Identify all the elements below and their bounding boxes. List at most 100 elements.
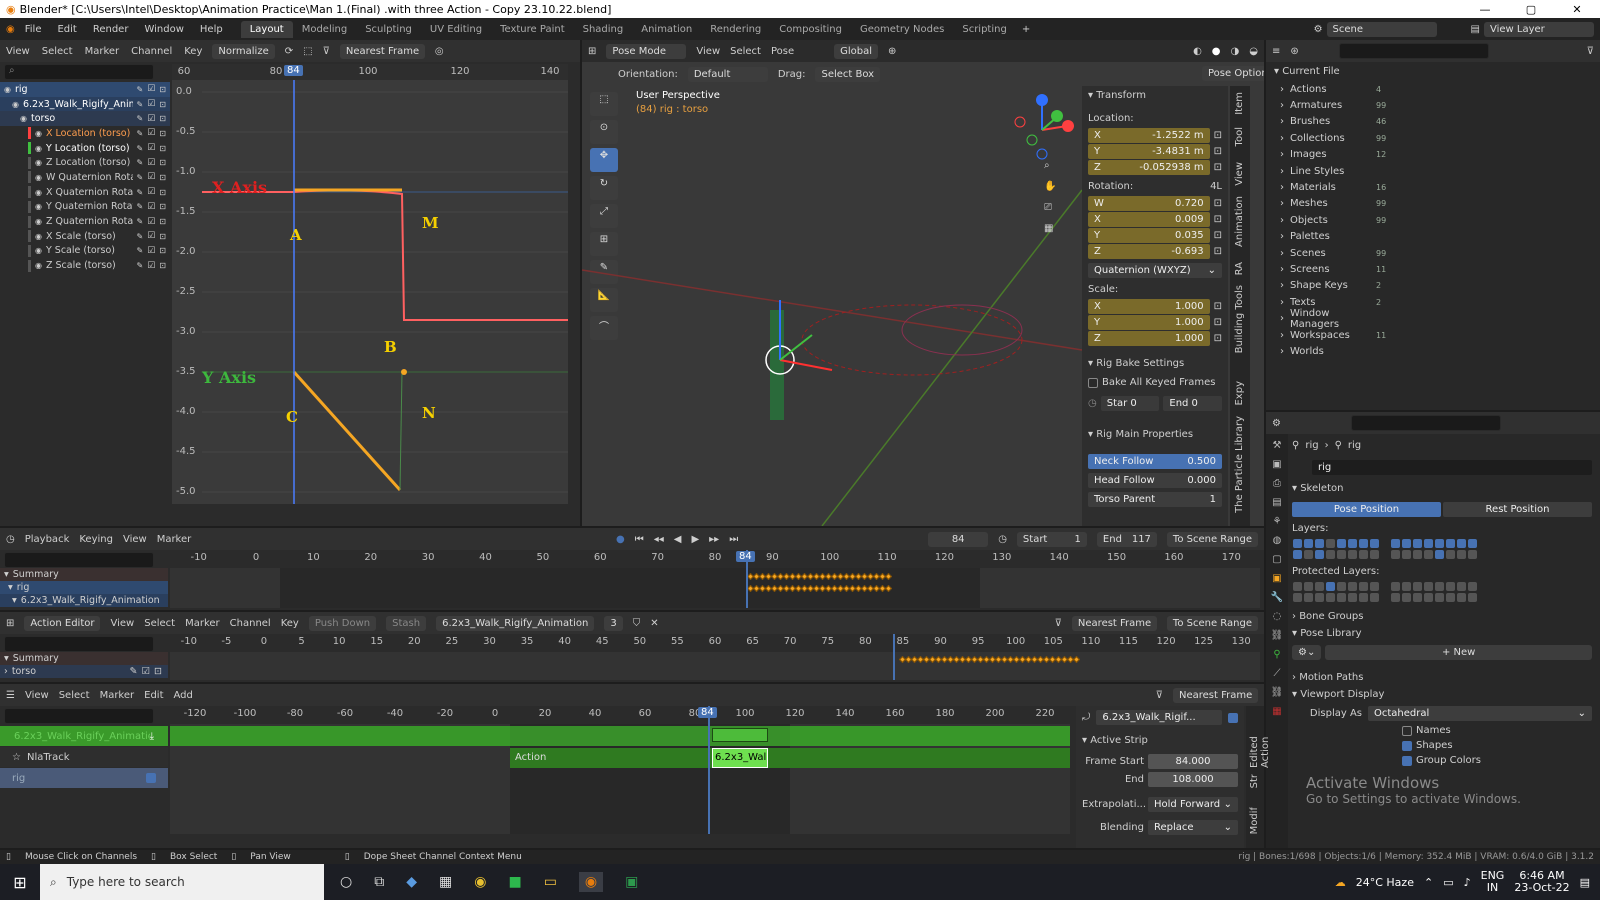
record-icon[interactable]: ● bbox=[616, 534, 625, 545]
lock-icon[interactable]: ⊡ bbox=[1214, 301, 1222, 312]
lock-icon[interactable]: ⊡ bbox=[159, 85, 166, 94]
object-tab-icon[interactable]: ▣ bbox=[1272, 573, 1281, 584]
graph-channel-row[interactable]: ◉ Y Scale (torso) ✎ ☑ ⊡ bbox=[0, 243, 170, 259]
ae-filter-icon[interactable]: ⊽ bbox=[1055, 618, 1062, 629]
layer-button[interactable] bbox=[1370, 593, 1379, 602]
lock-icon[interactable]: ⊡ bbox=[159, 114, 166, 123]
ae-marker-menu[interactable]: Marker bbox=[185, 618, 220, 629]
layer-button[interactable] bbox=[1326, 582, 1335, 591]
layer-button[interactable] bbox=[1326, 593, 1335, 602]
armature-name-field[interactable]: rig bbox=[1312, 460, 1592, 475]
layer-button[interactable] bbox=[1293, 582, 1302, 591]
graph-channel-row[interactable]: ◉ Z Quaternion Rotati ✎ ☑ ⊡ bbox=[0, 214, 170, 229]
skeleton-panel-title[interactable]: ▾ Skeleton bbox=[1292, 483, 1592, 494]
calculator-icon[interactable]: ▦ bbox=[439, 874, 452, 890]
armature-tab-icon[interactable]: ⚲ bbox=[1273, 649, 1280, 660]
wrench-icon[interactable]: ✎ bbox=[137, 202, 144, 211]
windows-start-icon[interactable]: ⊞ bbox=[0, 873, 40, 892]
collection-tab-icon[interactable]: ▢ bbox=[1272, 554, 1281, 565]
display-mode-icon[interactable]: ⊛ bbox=[1290, 46, 1298, 57]
lock-icon[interactable]: ⊡ bbox=[159, 158, 166, 167]
action-editor-search[interactable] bbox=[4, 636, 154, 652]
action-channel-row[interactable]: › torso ✎ ☑ ⊡ bbox=[0, 665, 168, 678]
filter-icon[interactable]: ⊽ bbox=[323, 46, 330, 57]
workspace-tab-uv-editing[interactable]: UV Editing bbox=[421, 21, 491, 38]
rig-main-title[interactable]: ▾ Rig Main Properties bbox=[1088, 429, 1222, 440]
zoom-icon[interactable]: ⌕ bbox=[1044, 160, 1056, 171]
play-reverse-icon[interactable]: ◀ bbox=[674, 534, 682, 545]
wrench-icon[interactable]: ✎ bbox=[137, 232, 144, 241]
workspace-tab-texture-paint[interactable]: Texture Paint bbox=[491, 21, 574, 38]
workspace-tab-geometry-nodes[interactable]: Geometry Nodes bbox=[851, 21, 953, 38]
pose-library-title[interactable]: ▾ Pose Library bbox=[1292, 628, 1592, 639]
layer-button[interactable] bbox=[1446, 582, 1455, 591]
rotation-y-field[interactable]: Y 0.035 bbox=[1088, 228, 1210, 243]
lock-icon[interactable]: ⊡ bbox=[159, 173, 166, 182]
scale-z-field[interactable]: Z 1.000 bbox=[1088, 331, 1210, 346]
blender-menu-icon[interactable]: ◉ bbox=[6, 24, 15, 35]
lock-icon[interactable]: ⊡ bbox=[159, 202, 166, 211]
add-workspace-icon[interactable]: + bbox=[1022, 24, 1030, 35]
lang-region[interactable]: IN bbox=[1481, 882, 1505, 894]
channel-checkbox[interactable]: ☑ bbox=[142, 666, 151, 677]
outliner-item[interactable]: › Scenes 99 bbox=[1266, 245, 1600, 261]
eye-icon[interactable]: ◉ bbox=[12, 100, 19, 109]
channel-search[interactable]: ⌕ bbox=[4, 64, 154, 80]
graph-channel-row[interactable]: ◉ Y Location (torso) ✎ ☑ ⊡ bbox=[0, 140, 170, 156]
layer-button[interactable] bbox=[1370, 539, 1379, 548]
layer-button[interactable] bbox=[1348, 550, 1357, 559]
nla-edit-menu[interactable]: Edit bbox=[144, 690, 163, 701]
bone-groups-title[interactable]: › Bone Groups bbox=[1292, 611, 1592, 622]
channel-checkbox[interactable]: ☑ bbox=[147, 246, 155, 256]
cortana-icon[interactable]: ○ bbox=[340, 874, 352, 890]
lock-icon[interactable]: ⊡ bbox=[159, 188, 166, 197]
rest-position-button[interactable]: Rest Position bbox=[1443, 502, 1592, 517]
app-icon-1[interactable]: ◆ bbox=[406, 874, 417, 890]
channel-checkbox[interactable]: ☑ bbox=[147, 114, 155, 124]
nla-track[interactable]: ☆ NlaTrack bbox=[0, 747, 168, 767]
eye-icon[interactable]: ◉ bbox=[35, 261, 42, 270]
expand-icon[interactable]: › bbox=[1280, 166, 1284, 177]
channel-checkbox[interactable]: ☑ bbox=[147, 158, 155, 168]
layer-button[interactable] bbox=[1435, 582, 1444, 591]
nla-object-row[interactable]: rig bbox=[0, 768, 168, 788]
nla-tab-edited-action[interactable]: Edited Action bbox=[1249, 710, 1271, 768]
layer-button[interactable] bbox=[1468, 582, 1477, 591]
proportional-icon[interactable]: ◎ bbox=[435, 46, 444, 57]
mode-selector-action[interactable]: Action Editor bbox=[24, 615, 101, 631]
bone-constraint-tab-icon[interactable]: ⛓ bbox=[1271, 687, 1284, 698]
layer-button[interactable] bbox=[1468, 539, 1477, 548]
tray-chevron-icon[interactable]: ⌃ bbox=[1424, 876, 1433, 889]
neck-follow-slider[interactable]: Neck Follow 0.500 bbox=[1088, 454, 1222, 469]
weather-text[interactable]: 24°C Haze bbox=[1356, 876, 1414, 889]
eye-icon[interactable]: ◉ bbox=[35, 188, 42, 197]
world-tab-icon[interactable]: ◍ bbox=[1273, 535, 1282, 546]
grid-icon[interactable]: ▦ bbox=[1044, 223, 1056, 234]
layer-button[interactable] bbox=[1402, 582, 1411, 591]
channel-checkbox[interactable]: ☑ bbox=[147, 143, 155, 153]
layer-button[interactable] bbox=[1293, 593, 1302, 602]
timeline-channel-row[interactable]: ▾ 6.2x3_Walk_Rigify_Animation bbox=[0, 594, 168, 607]
layer-button[interactable] bbox=[1315, 550, 1324, 559]
prev-key-icon[interactable]: ◂◂ bbox=[654, 534, 664, 545]
workspace-tab-shading[interactable]: Shading bbox=[574, 21, 633, 38]
layer-button[interactable] bbox=[1424, 582, 1433, 591]
minimize-icon[interactable]: — bbox=[1462, 3, 1508, 16]
outliner-search[interactable] bbox=[1338, 43, 1489, 59]
nla-strip-area[interactable]: Action 6.2x3_Walk_Ri 84 bbox=[170, 706, 1070, 834]
workspace-tab-layout[interactable]: Layout bbox=[240, 20, 293, 38]
channel-checkbox[interactable]: ☑ bbox=[147, 217, 155, 227]
graph-channel-row[interactable]: ◉ rig ✎ ☑ ⊡ bbox=[0, 82, 170, 97]
workspace-tab-rendering[interactable]: Rendering bbox=[701, 21, 770, 38]
lock-icon[interactable]: ⊡ bbox=[1214, 230, 1222, 241]
expand-icon[interactable]: › bbox=[4, 666, 8, 677]
layer-button[interactable] bbox=[1457, 539, 1466, 548]
layer-button[interactable] bbox=[1413, 593, 1422, 602]
layer-button[interactable] bbox=[1424, 550, 1433, 559]
eye-icon[interactable]: ◉ bbox=[35, 158, 42, 167]
layer-button[interactable] bbox=[1293, 550, 1302, 559]
outliner-item[interactable]: › Objects 99 bbox=[1266, 212, 1600, 228]
graph-channel-row[interactable]: ◉ Z Scale (torso) ✎ ☑ ⊡ bbox=[0, 258, 170, 273]
expand-icon[interactable]: › bbox=[1280, 346, 1284, 357]
outliner-item[interactable]: › Brushes 46 bbox=[1266, 114, 1600, 130]
